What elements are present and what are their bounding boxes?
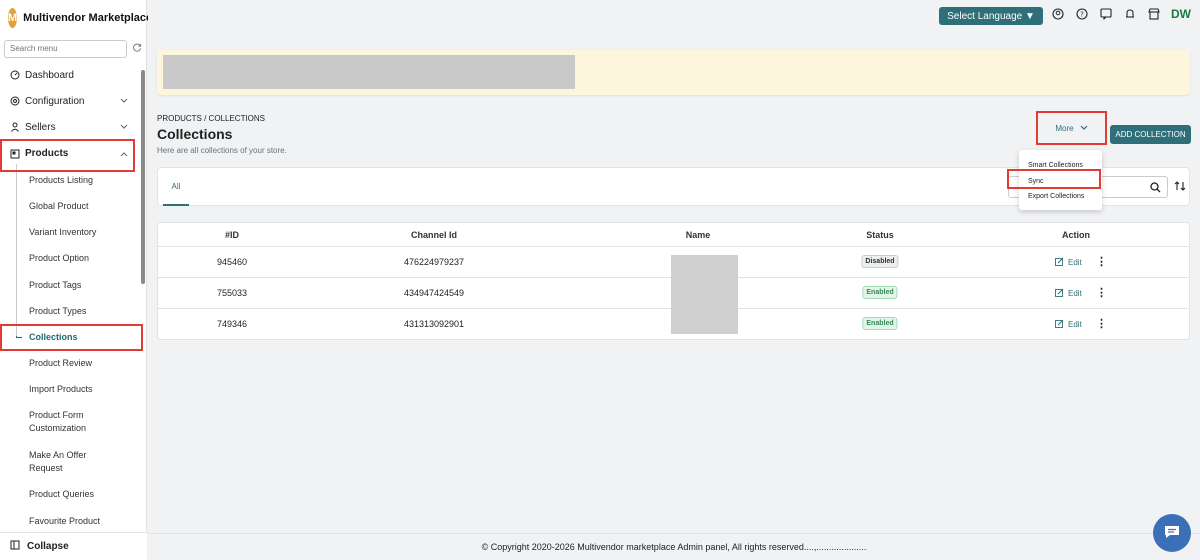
dashboard-icon — [10, 70, 20, 80]
more-actions-icon[interactable]: ⋮ — [1096, 286, 1107, 299]
more-actions-icon[interactable]: ⋮ — [1096, 317, 1107, 330]
submenu-product-review[interactable]: Product Review — [0, 350, 140, 376]
edit-button[interactable]: Edit — [1055, 319, 1082, 330]
brand-name: Multivendor Marketplace — [23, 12, 153, 24]
status-badge: Enabled — [862, 286, 898, 299]
edit-label: Edit — [1068, 320, 1082, 329]
highlight-sync — [1007, 169, 1101, 189]
sort-icon[interactable] — [1174, 180, 1186, 195]
edit-button[interactable]: Edit — [1055, 288, 1082, 299]
sidebar-menu: Dashboard Configuration Sellers Products… — [0, 62, 140, 534]
collections-table: #ID Channel Id Name Status Action 945460… — [157, 222, 1190, 340]
store-icon[interactable] — [1148, 8, 1160, 20]
highlight-products — [0, 139, 135, 172]
submenu-product-form-customization[interactable]: Product Form Customization — [0, 402, 140, 441]
collapse-label: Collapse — [27, 541, 69, 552]
sidebar-item-configuration[interactable]: Configuration — [0, 88, 140, 114]
search-icon[interactable] — [1150, 182, 1161, 196]
column-header-status[interactable]: Status — [866, 230, 894, 240]
edit-button[interactable]: Edit — [1055, 257, 1082, 268]
bell-icon[interactable] — [1124, 8, 1136, 20]
cell-id: 755033 — [216, 288, 248, 298]
submenu-favourite-product[interactable]: Favourite Product — [0, 507, 140, 533]
submenu-product-queries[interactable]: Product Queries — [0, 481, 140, 507]
breadcrumb: PRODUCTS / COLLECTIONS — [157, 114, 266, 123]
cell-id: 945460 — [216, 257, 248, 267]
sidebar-item-label: Configuration — [25, 95, 85, 107]
sidebar-item-label: Dashboard — [25, 69, 74, 81]
table-header: #ID Channel Id Name Status Action — [158, 223, 1189, 247]
sidebar-item-label: Sellers — [25, 121, 56, 133]
banner-redacted-content — [163, 55, 575, 89]
submenu-make-an-offer[interactable]: Make An Offer Request — [0, 442, 140, 481]
menu-item-export-collections[interactable]: Export Collections — [1019, 189, 1102, 205]
feedback-icon[interactable] — [1100, 8, 1112, 21]
submenu-variant-inventory[interactable]: Variant Inventory — [0, 219, 140, 245]
menu-search-row — [0, 36, 146, 58]
sidebar-scrollbar[interactable] — [141, 70, 145, 284]
sidebar-item-sellers[interactable]: Sellers — [0, 114, 140, 140]
refresh-icon[interactable] — [133, 43, 142, 55]
collapse-button[interactable]: Collapse — [0, 532, 147, 560]
sidebar: M Multivendor Marketplace Dashboard Conf… — [0, 0, 152, 560]
collection-name-redacted — [671, 255, 738, 334]
column-header-name[interactable]: Name — [686, 230, 711, 240]
highlight-collections — [0, 324, 143, 351]
account-icon[interactable] — [1052, 8, 1064, 20]
column-header-action: Action — [1062, 230, 1090, 240]
chevron-down-icon — [120, 122, 128, 133]
edit-icon — [1055, 319, 1064, 330]
highlight-more — [1036, 111, 1107, 145]
column-header-channel-id[interactable]: Channel Id — [411, 230, 457, 240]
edit-icon — [1055, 288, 1064, 299]
tab-all[interactable]: All — [163, 168, 189, 206]
brand-avatar: M — [8, 8, 18, 28]
submenu-label: Make An Offer Request — [29, 449, 87, 473]
footer-copyright: © Copyright 2020-2026 Multivendor market… — [148, 533, 1200, 560]
edit-label: Edit — [1068, 289, 1082, 298]
help-icon[interactable]: ? — [1076, 8, 1088, 20]
column-header-id[interactable]: #ID — [225, 230, 239, 240]
notice-banner — [157, 50, 1190, 95]
cell-channel-id: 434947424549 — [403, 288, 465, 298]
page-subtitle: Here are all collections of your store. — [157, 146, 287, 155]
submenu-label: Product Form Customization — [29, 410, 87, 434]
chat-icon — [1163, 524, 1181, 543]
submenu-tree-line — [16, 164, 17, 336]
menu-search-input[interactable] — [4, 39, 127, 58]
sidebar-item-dashboard[interactable]: Dashboard — [0, 62, 140, 88]
status-badge: Disabled — [861, 255, 899, 268]
more-actions-icon[interactable]: ⋮ — [1096, 255, 1107, 268]
submenu-product-tags[interactable]: Product Tags — [0, 272, 140, 298]
select-language-button[interactable]: Select Language ▼ — [939, 7, 1043, 25]
submenu-global-product[interactable]: Global Product — [0, 193, 140, 219]
edit-icon — [1055, 257, 1064, 268]
submenu-product-types[interactable]: Product Types — [0, 298, 140, 324]
cell-id: 749346 — [216, 319, 248, 329]
submenu-product-option[interactable]: Product Option — [0, 245, 140, 271]
user-initials[interactable]: DW — [1171, 7, 1191, 21]
submenu-import-products[interactable]: Import Products — [0, 376, 140, 402]
gear-icon — [10, 96, 20, 106]
collapse-icon — [10, 540, 20, 553]
cell-channel-id: 431313092901 — [403, 319, 465, 329]
user-icon — [10, 122, 20, 133]
add-collection-button[interactable]: ADD COLLECTION — [1110, 125, 1191, 144]
edit-label: Edit — [1068, 258, 1082, 267]
chat-button[interactable] — [1153, 514, 1191, 552]
status-badge: Enabled — [862, 317, 898, 330]
chevron-down-icon — [120, 96, 128, 107]
page-title: Collections — [157, 126, 233, 142]
svg-text:?: ? — [1080, 11, 1084, 19]
brand[interactable]: M Multivendor Marketplace — [0, 0, 152, 36]
cell-channel-id: 476224979237 — [403, 257, 465, 267]
